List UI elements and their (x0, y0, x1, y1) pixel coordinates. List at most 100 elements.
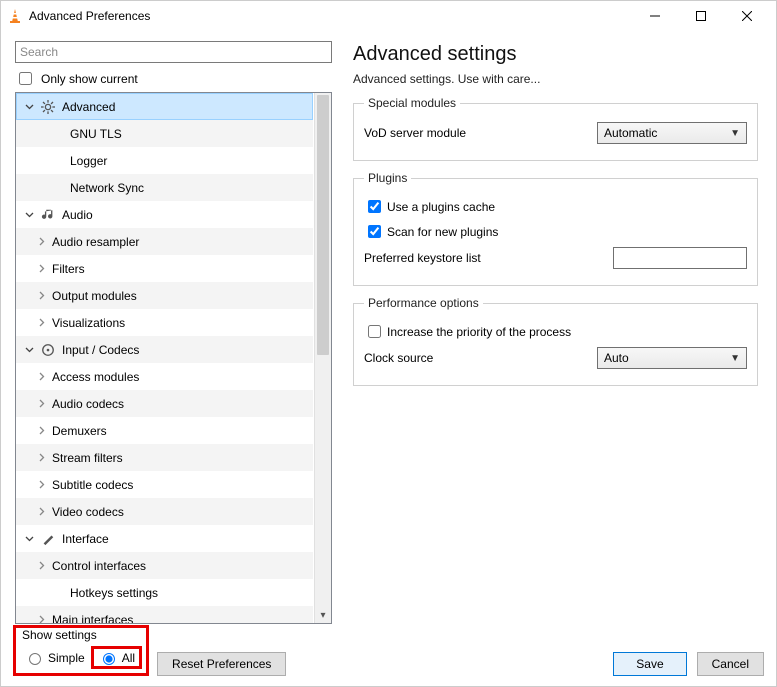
group-performance: Performance options Increase the priorit… (353, 296, 758, 386)
page-description: Advanced settings. Use with care... (353, 72, 758, 86)
clock-source-dropdown[interactable]: Auto ▼ (597, 347, 747, 369)
tree-item-label: Stream filters (52, 451, 123, 465)
tree-item-label: Advanced (62, 100, 115, 114)
vlc-cone-icon (7, 8, 23, 24)
expand-icon[interactable] (36, 615, 46, 623)
preferred-keystore-input[interactable] (613, 247, 747, 269)
increase-priority-label: Increase the priority of the process (387, 325, 747, 339)
page-title: Advanced settings (353, 43, 758, 66)
settings-tree: Advanced GNU TLS Logger Network Sync Audio Au… (15, 92, 332, 624)
all-radio-row[interactable]: All (91, 646, 142, 669)
tree-viewport[interactable]: Advanced GNU TLS Logger Network Sync Audio Au… (16, 93, 313, 623)
increase-priority-checkbox[interactable] (368, 325, 381, 338)
tree-item-advanced[interactable]: Advanced (16, 93, 313, 120)
clock-source-value: Auto (604, 351, 629, 365)
footer: Show settings Simple All Reset Preferenc… (1, 630, 776, 686)
tree-item-interface[interactable]: Interface (16, 525, 313, 552)
legend-performance: Performance options (364, 296, 483, 310)
preferred-keystore-label: Preferred keystore list (364, 251, 613, 265)
tree-item-logger[interactable]: Logger (16, 147, 313, 174)
cancel-button[interactable]: Cancel (697, 652, 764, 676)
all-radio[interactable] (103, 653, 115, 665)
vod-server-module-dropdown[interactable]: Automatic ▼ (597, 122, 747, 144)
tree-item-gnu-tls[interactable]: GNU TLS (16, 120, 313, 147)
expand-icon[interactable] (36, 399, 46, 408)
only-show-current-checkbox[interactable] (19, 72, 32, 85)
simple-radio-row[interactable]: Simple (20, 649, 89, 666)
tree-scrollbar[interactable]: ▴ ▾ (314, 93, 331, 623)
tree-item-label: Visualizations (52, 316, 125, 330)
preferences-window: Advanced Preferences Only show current A… (0, 0, 777, 687)
save-button[interactable]: Save (613, 652, 686, 676)
tree-item-label: Network Sync (70, 181, 144, 195)
tree-item-label: Demuxers (52, 424, 107, 438)
vod-server-module-label: VoD server module (364, 126, 597, 140)
expand-icon[interactable] (36, 237, 46, 246)
tree-item-label: Filters (52, 262, 85, 276)
tree-item-hotkeys-settings[interactable]: Hotkeys settings (16, 579, 313, 606)
reset-preferences-button[interactable]: Reset Preferences (157, 652, 286, 676)
expand-icon[interactable] (36, 264, 46, 273)
tree-item-visualizations[interactable]: Visualizations (16, 309, 313, 336)
collapse-icon[interactable] (24, 345, 34, 354)
legend-special-modules: Special modules (364, 96, 460, 110)
tree-item-label: Output modules (52, 289, 137, 303)
disc-icon (40, 342, 56, 358)
collapse-icon[interactable] (24, 210, 34, 219)
content: Only show current Advanced GNU TLS Logger N… (1, 31, 776, 630)
titlebar: Advanced Preferences (1, 1, 776, 31)
only-show-current-row[interactable]: Only show current (15, 69, 332, 88)
expand-icon[interactable] (36, 480, 46, 489)
note-icon (40, 207, 56, 223)
tree-item-subtitle-codecs[interactable]: Subtitle codecs (16, 471, 313, 498)
maximize-button[interactable] (678, 1, 724, 31)
expand-icon[interactable] (36, 453, 46, 462)
vod-server-module-value: Automatic (604, 126, 657, 140)
expand-icon[interactable] (36, 318, 46, 327)
clock-source-label: Clock source (364, 351, 597, 365)
group-special-modules: Special modules VoD server module Automa… (353, 96, 758, 161)
collapse-icon[interactable] (24, 102, 34, 111)
tree-item-demuxers[interactable]: Demuxers (16, 417, 313, 444)
tree-item-label: Interface (62, 532, 109, 546)
expand-icon[interactable] (36, 507, 46, 516)
collapse-icon[interactable] (24, 534, 34, 543)
tree-item-audio-codecs[interactable]: Audio codecs (16, 390, 313, 417)
right-pane: Advanced settings Advanced settings. Use… (341, 31, 776, 630)
tree-item-network-sync[interactable]: Network Sync (16, 174, 313, 201)
scroll-thumb[interactable] (317, 95, 329, 355)
scan-new-plugins-checkbox[interactable] (368, 225, 381, 238)
expand-icon[interactable] (36, 426, 46, 435)
expand-icon[interactable] (36, 291, 46, 300)
scroll-down-icon[interactable]: ▾ (315, 607, 331, 623)
tree-item-label: Input / Codecs (62, 343, 139, 357)
tree-item-main-interfaces[interactable]: Main interfaces (16, 606, 313, 623)
use-plugins-cache-checkbox[interactable] (368, 200, 381, 213)
expand-icon[interactable] (36, 372, 46, 381)
tree-item-stream-filters[interactable]: Stream filters (16, 444, 313, 471)
minimize-button[interactable] (632, 1, 678, 31)
simple-radio[interactable] (29, 653, 41, 665)
tree-item-label: Subtitle codecs (52, 478, 133, 492)
tree-item-label: Audio (62, 208, 93, 222)
tree-item-label: Main interfaces (52, 613, 133, 624)
tree-item-output-modules[interactable]: Output modules (16, 282, 313, 309)
tree-item-video-codecs[interactable]: Video codecs (16, 498, 313, 525)
tree-item-input-codecs[interactable]: Input / Codecs (16, 336, 313, 363)
close-button[interactable] (724, 1, 770, 31)
tree-item-label: Audio resampler (52, 235, 139, 249)
expand-icon[interactable] (36, 561, 46, 570)
tree-item-label: Control interfaces (52, 559, 146, 573)
all-radio-label: All (122, 651, 135, 665)
tree-item-access-modules[interactable]: Access modules (16, 363, 313, 390)
tree-item-filters[interactable]: Filters (16, 255, 313, 282)
legend-plugins: Plugins (364, 171, 411, 185)
tree-item-label: GNU TLS (70, 127, 122, 141)
tree-item-label: Logger (70, 154, 107, 168)
tree-item-audio[interactable]: Audio (16, 201, 313, 228)
tree-item-control-interfaces[interactable]: Control interfaces (16, 552, 313, 579)
tree-item-label: Hotkeys settings (70, 586, 158, 600)
tree-item-audio-resampler[interactable]: Audio resampler (16, 228, 313, 255)
search-input[interactable] (15, 41, 332, 63)
chevron-down-icon: ▼ (730, 128, 740, 139)
